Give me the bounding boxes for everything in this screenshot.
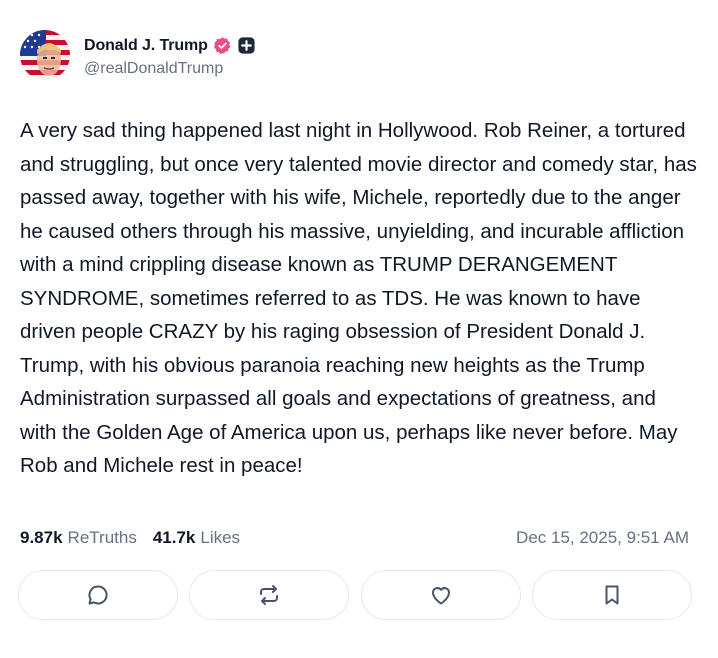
comment-icon [88, 585, 108, 605]
bookmark-icon [605, 585, 619, 605]
display-name-row: Donald J. Trump [84, 33, 255, 59]
retruth-icon [260, 585, 279, 605]
post-actions [18, 570, 692, 620]
post-card: Donald J. Trump @realDonaldTrump A very … [0, 0, 718, 658]
retruths-stat[interactable]: 9.87k ReTruths [20, 528, 137, 548]
avatar[interactable] [20, 30, 70, 80]
post-text: A very sad thing happened last night in … [20, 119, 697, 477]
avatar-flag-portrait-icon [20, 30, 70, 80]
plus-badge-icon [238, 37, 255, 54]
likes-stat[interactable]: 41.7k Likes [153, 528, 240, 548]
post-header: Donald J. Trump @realDonaldTrump [20, 30, 255, 80]
likes-count: 41.7k [152, 528, 196, 547]
likes-label: Likes [200, 528, 241, 547]
retruths-label: ReTruths [67, 528, 137, 547]
post-stats: 9.87k ReTruths 41.7k Likes Dec 15, 2025,… [20, 526, 689, 550]
verified-badge-icon [213, 36, 232, 55]
like-button[interactable] [360, 570, 521, 620]
display-name[interactable]: Donald J. Trump [84, 37, 208, 55]
post-timestamp[interactable]: Dec 15, 2025, 9:51 AM [516, 528, 689, 548]
bookmark-button[interactable] [531, 570, 692, 620]
author-names: Donald J. Trump @realDonaldTrump [84, 33, 255, 78]
retruth-button[interactable] [189, 570, 350, 620]
reply-button[interactable] [18, 570, 178, 620]
retruths-count: 9.87k [20, 528, 63, 547]
heart-icon [431, 587, 450, 605]
author-handle[interactable]: @realDonaldTrump [84, 60, 255, 78]
